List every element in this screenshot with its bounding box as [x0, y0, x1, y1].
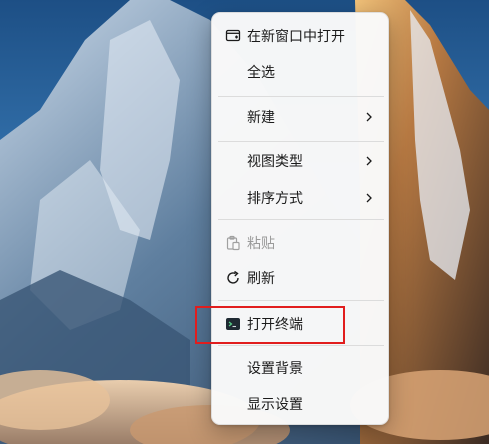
- menu-item-display-settings[interactable]: 显示设置: [218, 387, 384, 421]
- menu-item-label: 设置背景: [247, 361, 303, 377]
- menu-item-view-type[interactable]: 视图类型: [218, 144, 384, 178]
- chevron-right-icon: [366, 193, 372, 203]
- refresh-icon: [225, 270, 241, 286]
- menu-item-refresh[interactable]: 刷新: [218, 261, 384, 295]
- menu-item-label: 全选: [247, 65, 275, 81]
- menu-item-label: 排序方式: [247, 191, 303, 207]
- menu-separator: [218, 300, 384, 301]
- menu-item-label: 新建: [247, 110, 275, 126]
- menu-item-open-terminal[interactable]: 打开终端: [218, 307, 384, 341]
- menu-separator: [218, 141, 384, 142]
- new-window-icon: [225, 28, 241, 44]
- menu-item-label: 在新窗口中打开: [247, 29, 345, 45]
- menu-item-open-new-window[interactable]: 在新窗口中打开: [218, 19, 384, 53]
- menu-item-label: 打开终端: [247, 317, 303, 333]
- menu-separator: [218, 219, 384, 220]
- terminal-icon: [225, 316, 241, 332]
- menu-item-label: 显示设置: [247, 397, 303, 413]
- menu-item-new[interactable]: 新建: [218, 100, 384, 134]
- menu-item-label: 刷新: [247, 271, 275, 287]
- menu-separator: [218, 345, 384, 346]
- menu-item-label: 视图类型: [247, 154, 303, 170]
- menu-item-label: 粘贴: [247, 236, 275, 252]
- menu-item-paste[interactable]: 粘贴: [218, 226, 384, 260]
- menu-item-set-background[interactable]: 设置背景: [218, 351, 384, 385]
- chevron-right-icon: [366, 112, 372, 122]
- desktop[interactable]: 在新窗口中打开 全选 新建 视图类型 排序方式 粘贴 刷新 打开终端 设置背景 …: [0, 0, 489, 444]
- chevron-right-icon: [366, 156, 372, 166]
- menu-item-sort-by[interactable]: 排序方式: [218, 181, 384, 215]
- menu-item-select-all[interactable]: 全选: [218, 55, 384, 89]
- desktop-context-menu: 在新窗口中打开 全选 新建 视图类型 排序方式 粘贴 刷新 打开终端 设置背景 …: [211, 12, 389, 425]
- paste-icon: [225, 235, 241, 251]
- menu-separator: [218, 96, 384, 97]
